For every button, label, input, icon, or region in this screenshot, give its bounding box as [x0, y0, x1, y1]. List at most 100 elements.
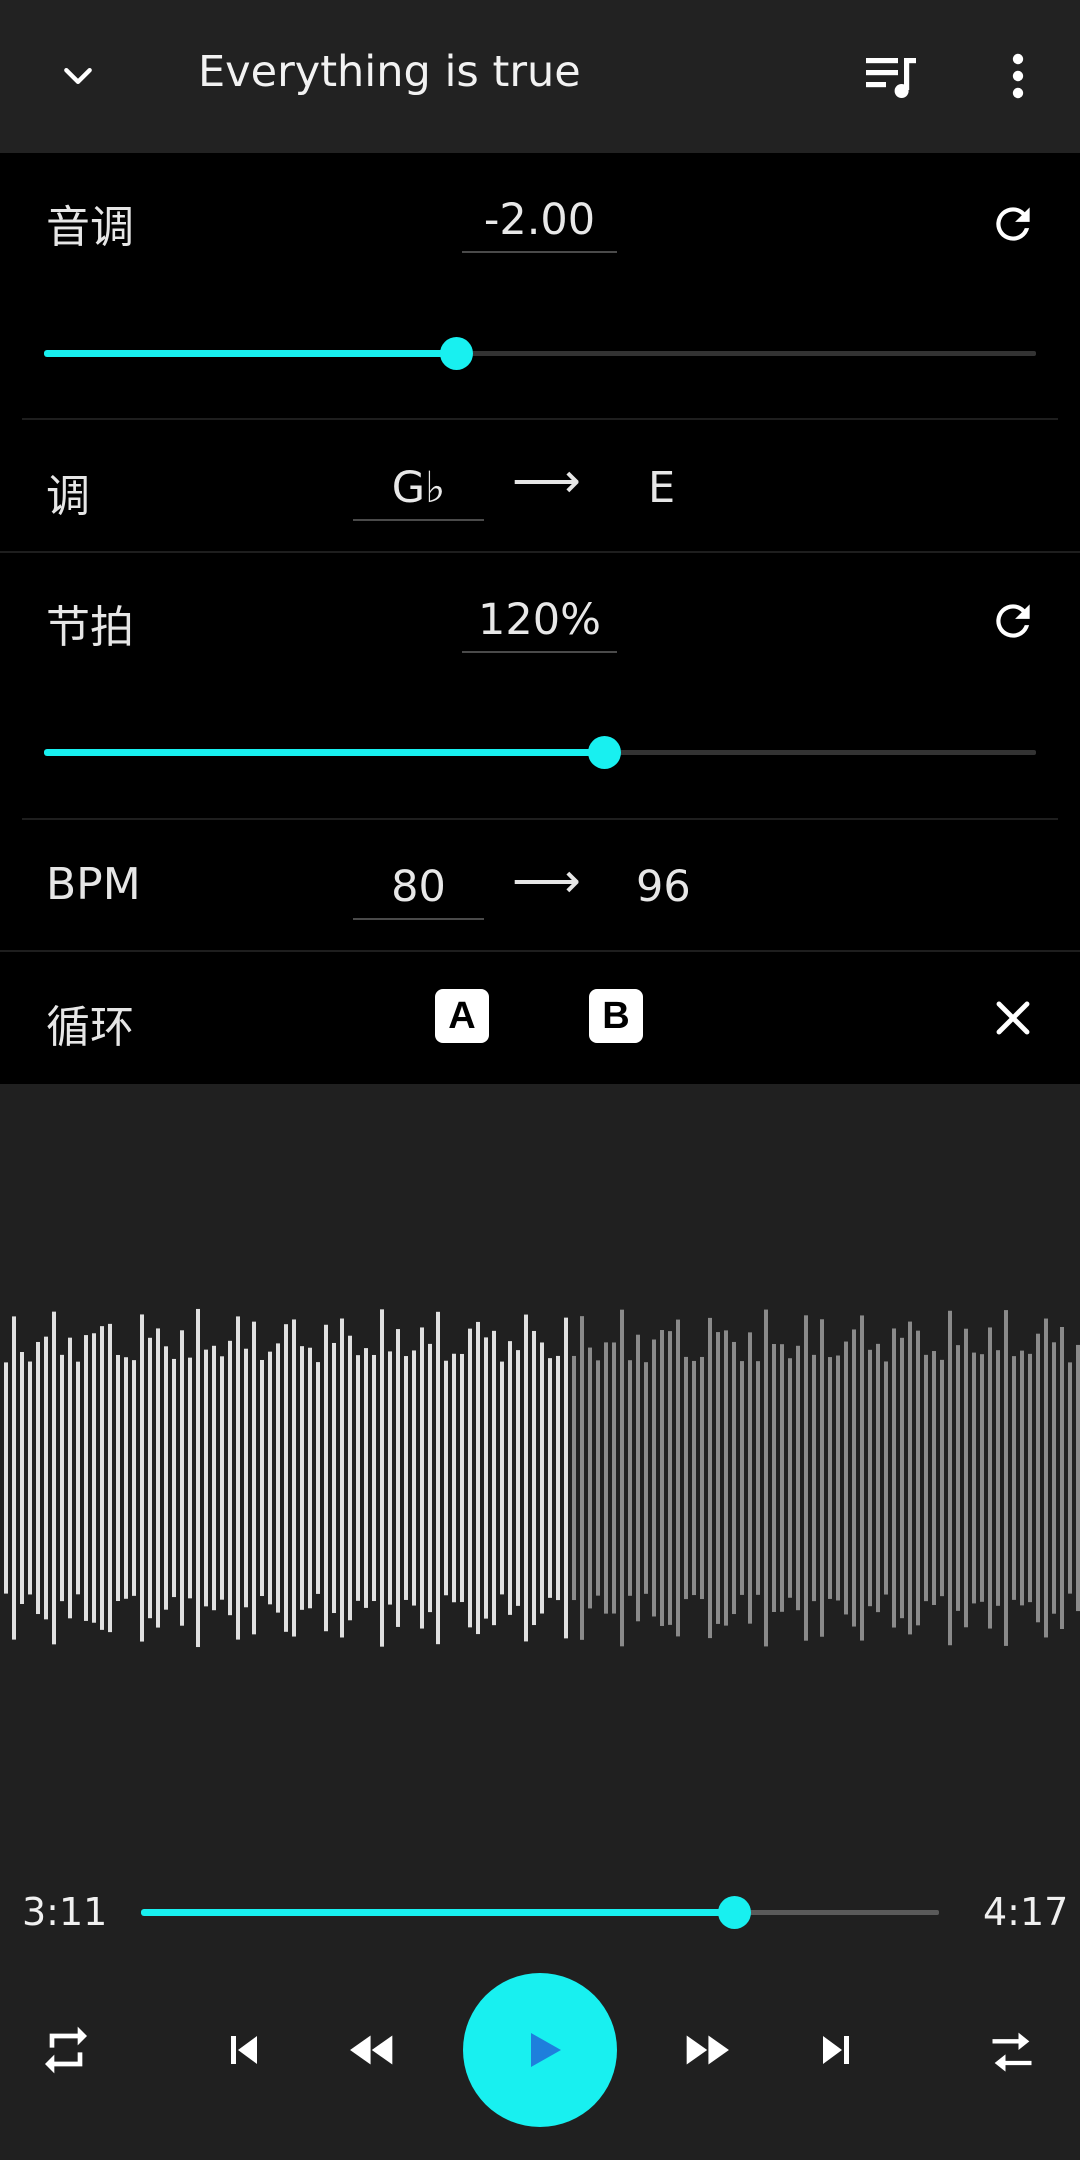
- waveform-bar: [164, 1346, 168, 1610]
- play-button[interactable]: [463, 1973, 617, 2127]
- waveform-bar: [436, 1311, 440, 1645]
- waveform-bar: [716, 1332, 720, 1624]
- waveform-bar: [468, 1328, 472, 1628]
- loop-clear-button[interactable]: [978, 983, 1048, 1053]
- waveform-bar: [548, 1358, 552, 1598]
- waveform-bar: [380, 1309, 384, 1647]
- waveform-bar: [1052, 1342, 1056, 1614]
- collapse-button[interactable]: [40, 38, 116, 114]
- waveform-bar: [1060, 1327, 1064, 1629]
- more-options-button[interactable]: [980, 38, 1056, 114]
- previous-track-button[interactable]: [205, 2010, 281, 2090]
- skip-next-icon: [823, 2036, 849, 2064]
- waveform-bar: [868, 1349, 872, 1607]
- bpm-value-field[interactable]: 80: [353, 862, 484, 920]
- waveform-bar: [892, 1328, 896, 1628]
- waveform-bar: [300, 1346, 304, 1610]
- waveform-bar: [796, 1345, 800, 1611]
- waveform-bar: [452, 1353, 456, 1603]
- waveform-bar: [492, 1330, 496, 1626]
- waveform-bar: [180, 1330, 184, 1626]
- waveform-bar: [812, 1354, 816, 1602]
- waveform-bar: [676, 1319, 680, 1637]
- waveform-bar: [220, 1356, 224, 1600]
- shuffle-button[interactable]: [976, 2010, 1048, 2090]
- waveform-bar: [372, 1354, 376, 1602]
- key-result: E: [648, 463, 676, 513]
- waveform-bar: [340, 1318, 344, 1638]
- waveform-bar: [508, 1341, 512, 1615]
- rewind-button[interactable]: [333, 2010, 413, 2090]
- waveform-bar: [924, 1354, 928, 1602]
- waveform-bar: [644, 1362, 648, 1594]
- waveform-bar: [516, 1350, 520, 1606]
- waveform-bar: [820, 1319, 824, 1637]
- tempo-slider-thumb[interactable]: [588, 736, 622, 769]
- waveform-bar: [612, 1342, 616, 1614]
- waveform-bar: [636, 1334, 640, 1622]
- waveform-bar: [916, 1330, 920, 1626]
- next-track-button[interactable]: [799, 2010, 875, 2090]
- fast-forward-icon: [686, 2035, 729, 2065]
- waveform-bar: [236, 1316, 240, 1640]
- waveform-bar: [444, 1360, 448, 1596]
- waveform-bar: [1028, 1353, 1032, 1603]
- waveform-bar: [588, 1347, 592, 1609]
- waveform-bar: [948, 1310, 952, 1646]
- waveform-bar: [732, 1341, 736, 1615]
- waveform-bar: [196, 1308, 200, 1648]
- refresh-icon: [996, 604, 1030, 638]
- waveform-bar: [1020, 1350, 1024, 1606]
- loop-point-b-button[interactable]: B: [589, 989, 643, 1043]
- pitch-value-field[interactable]: -2.00: [462, 195, 617, 253]
- waveform-bar: [1036, 1333, 1040, 1623]
- waveform-bar: [708, 1317, 712, 1639]
- waveform-bar: [132, 1360, 136, 1596]
- waveform-bar: [684, 1356, 688, 1600]
- loop-point-a-button[interactable]: A: [435, 989, 489, 1043]
- tempo-value-field[interactable]: 120%: [462, 595, 617, 653]
- bpm-arrow: ⟶: [512, 853, 581, 909]
- waveform-bar: [156, 1328, 160, 1628]
- queue-music-icon: [866, 58, 916, 98]
- pitch-label: 音调: [46, 202, 134, 253]
- top-app-bar: Everything is true: [0, 0, 1080, 153]
- waveform-bar: [324, 1324, 328, 1632]
- key-value-field[interactable]: G♭: [353, 463, 484, 521]
- waveform-bar: [860, 1315, 864, 1641]
- repeat-button[interactable]: [30, 2010, 102, 2090]
- pitch-reset-button[interactable]: [978, 189, 1048, 259]
- waveform-bar: [204, 1349, 208, 1607]
- key-label: 调: [46, 471, 90, 522]
- play-icon: [531, 2033, 561, 2067]
- waveform-bar: [828, 1357, 832, 1599]
- waveform-bar: [524, 1314, 528, 1642]
- waveform-bar: [668, 1331, 672, 1625]
- total-time: 4:17: [983, 1890, 1069, 1934]
- fast-forward-button[interactable]: [666, 2010, 746, 2090]
- pitch-slider-fill: [44, 350, 456, 357]
- tempo-reset-button[interactable]: [978, 586, 1048, 656]
- waveform-bar: [484, 1337, 488, 1619]
- waveform-bar: [172, 1358, 176, 1598]
- waveform-bar: [836, 1355, 840, 1601]
- tempo-label: 节拍: [46, 602, 134, 653]
- waveform-bar: [500, 1361, 504, 1595]
- waveform-bar: [332, 1342, 336, 1614]
- waveform-bar: [788, 1358, 792, 1598]
- waveform-bar: [604, 1342, 608, 1614]
- queue-button[interactable]: [852, 38, 932, 118]
- close-icon: [996, 1001, 1030, 1035]
- seek-bar-thumb[interactable]: [717, 1896, 751, 1929]
- waveform-bar: [84, 1335, 88, 1621]
- waveform-bar: [844, 1341, 848, 1615]
- waveform-bar: [68, 1337, 72, 1619]
- waveform-bar: [572, 1355, 576, 1601]
- waveform-bar: [252, 1321, 256, 1635]
- waveform-bar: [116, 1354, 120, 1602]
- skip-previous-icon: [231, 2036, 257, 2064]
- waveform[interactable]: [0, 1300, 1080, 1700]
- waveform-bar: [596, 1360, 600, 1596]
- waveform-bar: [764, 1309, 768, 1647]
- pitch-slider-thumb[interactable]: [439, 337, 473, 370]
